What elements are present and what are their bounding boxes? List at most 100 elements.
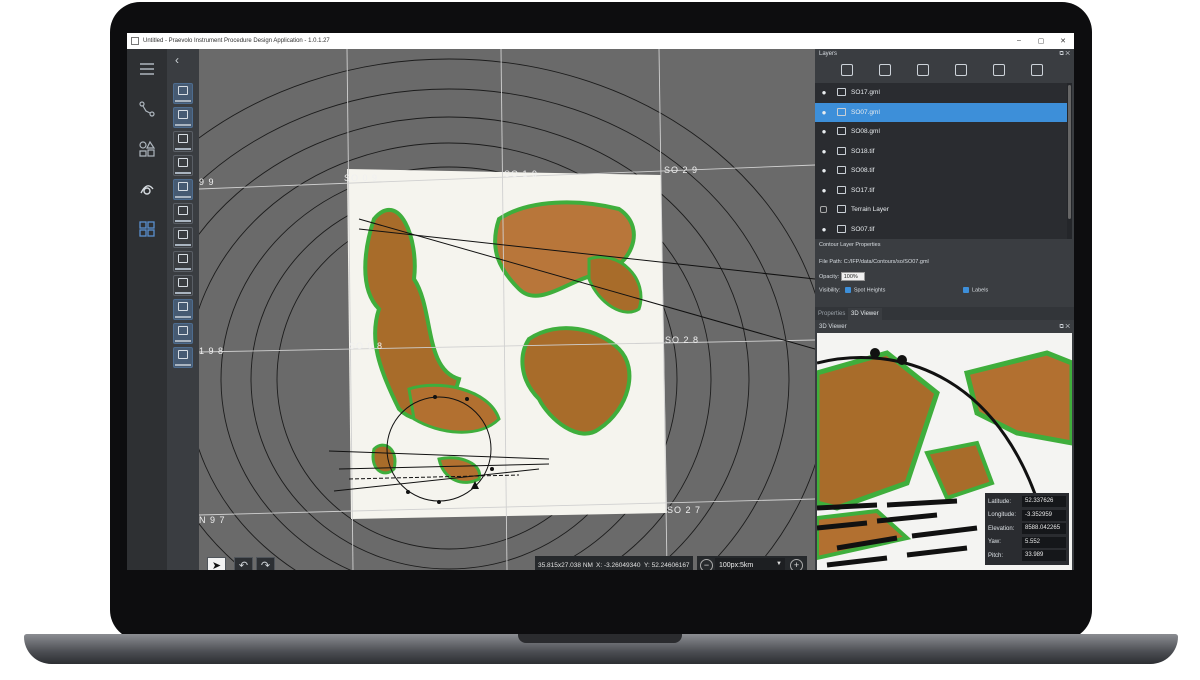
tool-settings[interactable] bbox=[173, 299, 193, 320]
longitude-row: Longitude: -3.352959 bbox=[988, 509, 1066, 523]
longitude-field[interactable]: -3.352959 bbox=[1022, 509, 1066, 521]
zoom-bar: − 100px:5km ▼ + bbox=[697, 556, 807, 570]
eye-icon[interactable]: ● bbox=[819, 181, 829, 200]
chevron-down-icon[interactable]: ▼ bbox=[776, 561, 782, 567]
y-coordinate-readout: Y: 52.24606167 bbox=[641, 556, 693, 570]
tool-aircraft[interactable] bbox=[173, 203, 193, 224]
eye-icon[interactable]: ● bbox=[819, 220, 829, 239]
opacity-spinbox[interactable]: 100% bbox=[840, 272, 865, 281]
elevation-field[interactable]: 8588.042265 bbox=[1022, 523, 1066, 535]
visibility-checkbox[interactable] bbox=[820, 206, 827, 213]
scrollbar-thumb[interactable] bbox=[1068, 85, 1071, 219]
labels-label: Labels bbox=[972, 287, 989, 294]
delete-layer-icon[interactable] bbox=[1031, 64, 1043, 76]
tool-caption bbox=[175, 340, 191, 342]
layer-name: SO17.tif bbox=[851, 186, 875, 194]
raster-layer-icon bbox=[837, 185, 846, 194]
panel-window-buttons[interactable]: ⧉ ✕ bbox=[1059, 49, 1070, 60]
layer-row[interactable]: ● SO07.tif bbox=[815, 220, 1067, 239]
minimize-button[interactable]: – bbox=[1008, 37, 1030, 45]
latitude-row: Latitude: 52.337626 bbox=[988, 495, 1066, 509]
file-path-row: File Path: C:/IFP/data/Contours/so/SO07.… bbox=[819, 259, 929, 265]
eye-icon[interactable]: ● bbox=[819, 142, 829, 161]
close-button[interactable]: ✕ bbox=[1052, 37, 1074, 45]
layer-properties-title: Contour Layer Properties bbox=[819, 242, 881, 248]
cloud-layer-icon[interactable] bbox=[955, 64, 967, 76]
zoom-select[interactable]: 100px:5km bbox=[715, 558, 785, 570]
layer-row[interactable]: ● SO08.gml bbox=[815, 122, 1067, 141]
shapes-icon[interactable] bbox=[137, 139, 157, 159]
labels-checkbox[interactable] bbox=[963, 287, 969, 293]
zoom-in-button[interactable]: + bbox=[790, 559, 803, 570]
aircraft-icon bbox=[178, 206, 188, 215]
spot-heights-checkbox[interactable] bbox=[844, 287, 851, 293]
tool-grid[interactable] bbox=[173, 227, 193, 248]
3d-viewer[interactable]: Latitude: 52.337626 Longitude: -3.352959 E… bbox=[817, 333, 1072, 570]
add-layer-icon[interactable] bbox=[841, 64, 853, 76]
raster-layer-icon bbox=[837, 166, 846, 174]
layer-row[interactable]: ● SO18.tif bbox=[815, 142, 1067, 161]
route-icon[interactable] bbox=[137, 99, 157, 119]
elevation-row: Elevation: 8588.042265 bbox=[988, 522, 1066, 536]
tool-export[interactable] bbox=[173, 275, 193, 296]
tool-caption bbox=[175, 148, 191, 150]
tool-layers[interactable] bbox=[173, 107, 193, 128]
tool-charts[interactable] bbox=[173, 179, 193, 200]
tool-caption bbox=[175, 268, 191, 270]
layer-name: Terrain Layer bbox=[851, 206, 889, 213]
tab-3d-viewer[interactable]: 3D Viewer bbox=[848, 308, 882, 320]
eye-icon[interactable]: ● bbox=[819, 122, 829, 141]
file-path-label: File Path: bbox=[819, 259, 843, 265]
latitude-field[interactable]: 52.337626 bbox=[1022, 496, 1066, 508]
tool-3d[interactable] bbox=[173, 323, 193, 344]
tool-obstacles[interactable] bbox=[173, 131, 193, 152]
pitch-field[interactable]: 33.989 bbox=[1022, 550, 1066, 562]
terrain-layer-icon[interactable] bbox=[917, 64, 929, 76]
layer-name: SO08.tif bbox=[851, 167, 875, 174]
undo-button[interactable]: ↶ bbox=[234, 557, 253, 570]
zoom-out-button[interactable]: − bbox=[700, 559, 713, 570]
yaw-field[interactable]: 5.552 bbox=[1022, 536, 1066, 548]
save-icon bbox=[178, 350, 188, 359]
viewer-window-buttons[interactable]: ⧉ ✕ bbox=[1059, 322, 1070, 333]
eye-icon[interactable]: ● bbox=[819, 103, 829, 122]
layer-row-selected[interactable]: ● SO07.gml bbox=[815, 102, 1067, 122]
back-chevron-icon[interactable]: ‹ bbox=[175, 53, 179, 67]
layer-name: SO17.gml bbox=[851, 89, 880, 96]
procedure-icon[interactable] bbox=[137, 179, 157, 199]
eye-icon[interactable]: ● bbox=[819, 161, 829, 180]
tool-caption bbox=[175, 244, 191, 246]
tool-caption bbox=[175, 196, 191, 198]
layer-row[interactable]: ● SO17.tif bbox=[815, 181, 1067, 200]
menu-icon[interactable] bbox=[137, 59, 157, 79]
tool-navaids[interactable] bbox=[173, 155, 193, 176]
layer-list-scrollbar[interactable] bbox=[1067, 83, 1072, 239]
panel-tabs: Properties 3D Viewer bbox=[815, 307, 1074, 320]
raster-layer-icon bbox=[837, 146, 846, 155]
gear-icon bbox=[178, 302, 188, 311]
layer-row[interactable]: Terrain Layer bbox=[815, 200, 1067, 219]
layer-row[interactable]: ● SO08.tif bbox=[815, 161, 1067, 180]
file-path-value: C:/IFP/data/Contours/so/SO07.gml bbox=[843, 259, 929, 265]
grid-label: SO 0 9 bbox=[344, 173, 379, 183]
tool-properties[interactable] bbox=[173, 83, 193, 104]
tool-terrain[interactable] bbox=[173, 251, 193, 272]
maximize-button[interactable]: ▢ bbox=[1030, 37, 1052, 45]
layer-row[interactable]: ● SO17.gml bbox=[815, 83, 1067, 102]
target-icon bbox=[178, 158, 188, 167]
tab-properties[interactable]: Properties bbox=[815, 308, 848, 320]
grid-layer-icon[interactable] bbox=[993, 64, 1005, 76]
camera-readout: Latitude: 52.337626 Longitude: -3.352959 E… bbox=[985, 493, 1069, 565]
map-canvas[interactable]: SO 0 9 SO 1 9 SO 2 9 9 9 1 9 8 SO 0 8 SO… bbox=[199, 49, 815, 570]
right-panel: Layers ⧉ ✕ ● SO17.gml ● SO07.gml ● SO08.gml… bbox=[815, 49, 1074, 570]
title-bar: Untitled - Praevolo Instrument Procedure… bbox=[127, 33, 1074, 49]
eye-icon[interactable]: ● bbox=[819, 83, 829, 102]
import-layer-icon[interactable] bbox=[879, 64, 891, 76]
redo-button[interactable]: ↷ bbox=[256, 557, 275, 570]
pointer-tool-button[interactable]: ➤ bbox=[207, 557, 226, 570]
layers-panel-title: Layers bbox=[819, 51, 838, 57]
document-icon bbox=[178, 182, 188, 191]
tool-save[interactable] bbox=[173, 347, 193, 368]
visibility-label: Visibility: bbox=[819, 287, 841, 294]
grid-apps-icon[interactable] bbox=[137, 219, 157, 239]
